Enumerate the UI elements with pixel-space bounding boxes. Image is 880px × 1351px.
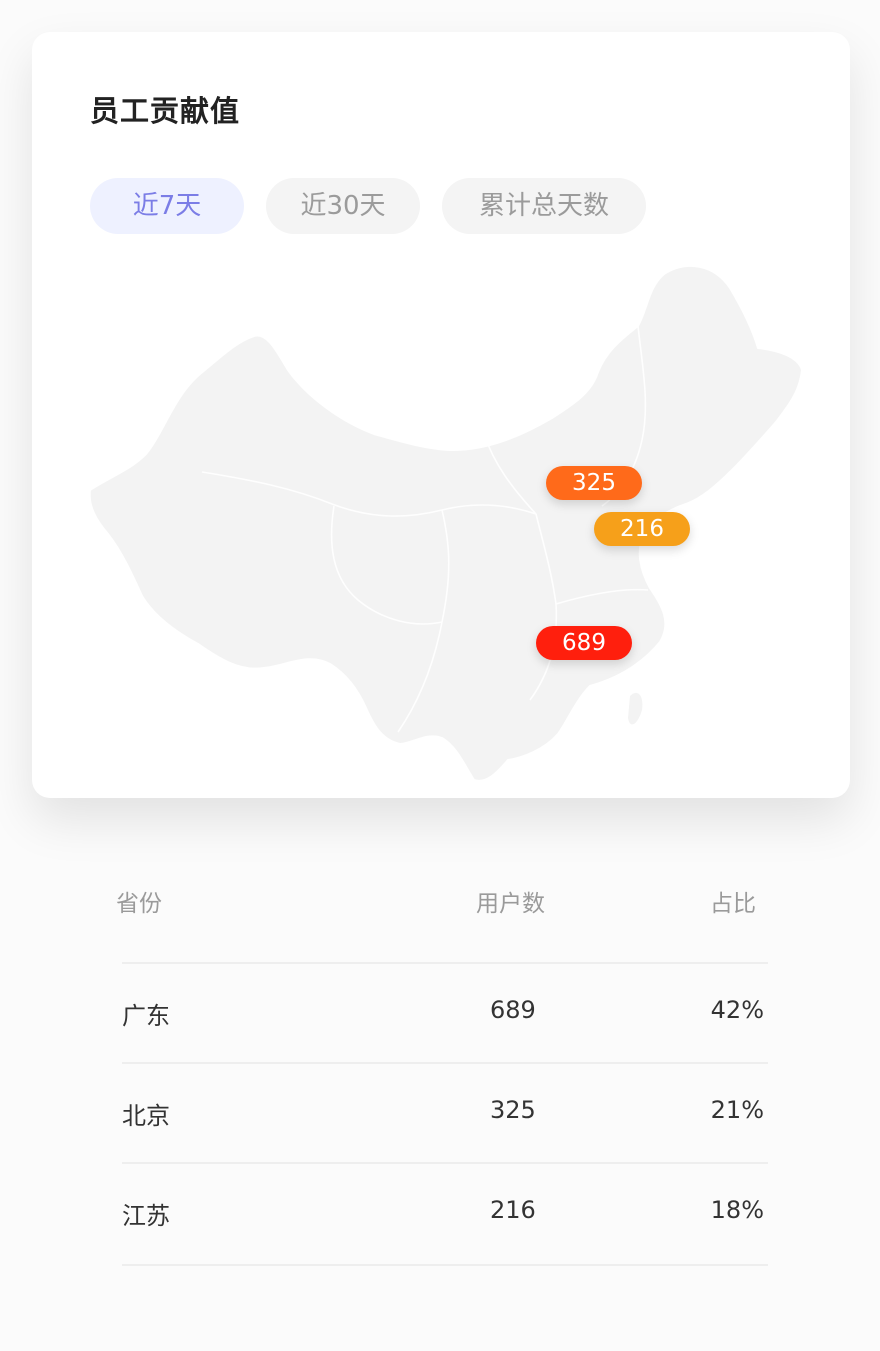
row-users: 689 bbox=[490, 996, 536, 1024]
table-row: 广东 689 42% bbox=[122, 962, 768, 1064]
contribution-card: 员工贡献值 近7天 近30天 累计总天数 325 216 689 bbox=[32, 32, 850, 798]
row-ratio: 42% bbox=[710, 996, 764, 1024]
row-users: 216 bbox=[490, 1196, 536, 1224]
tab-30-days[interactable]: 近30天 bbox=[266, 178, 420, 234]
taiwan-island-shape bbox=[628, 692, 643, 725]
tab-7-days[interactable]: 近7天 bbox=[90, 178, 244, 234]
map-marker-jiangsu[interactable]: 216 bbox=[594, 512, 690, 546]
china-map-shape bbox=[88, 264, 804, 782]
table-row: 江苏 216 18% bbox=[122, 1162, 768, 1266]
page: 员工贡献值 近7天 近30天 累计总天数 325 216 689 省份 用户数 … bbox=[0, 0, 880, 1351]
tab-total-days[interactable]: 累计总天数 bbox=[442, 178, 646, 234]
row-province: 广东 bbox=[122, 1002, 170, 1030]
china-map bbox=[88, 264, 804, 782]
map-marker-beijing[interactable]: 325 bbox=[546, 466, 642, 500]
row-ratio: 18% bbox=[710, 1196, 764, 1224]
row-province: 北京 bbox=[122, 1102, 170, 1130]
row-province: 江苏 bbox=[122, 1202, 170, 1230]
header-ratio: 占比 bbox=[710, 891, 756, 917]
header-users: 用户数 bbox=[476, 891, 545, 917]
card-title: 员工贡献值 bbox=[90, 94, 241, 128]
table-row: 北京 325 21% bbox=[122, 1062, 768, 1164]
row-users: 325 bbox=[490, 1096, 536, 1124]
header-province: 省份 bbox=[116, 891, 162, 917]
row-ratio: 21% bbox=[710, 1096, 764, 1124]
map-marker-guangdong[interactable]: 689 bbox=[536, 626, 632, 660]
